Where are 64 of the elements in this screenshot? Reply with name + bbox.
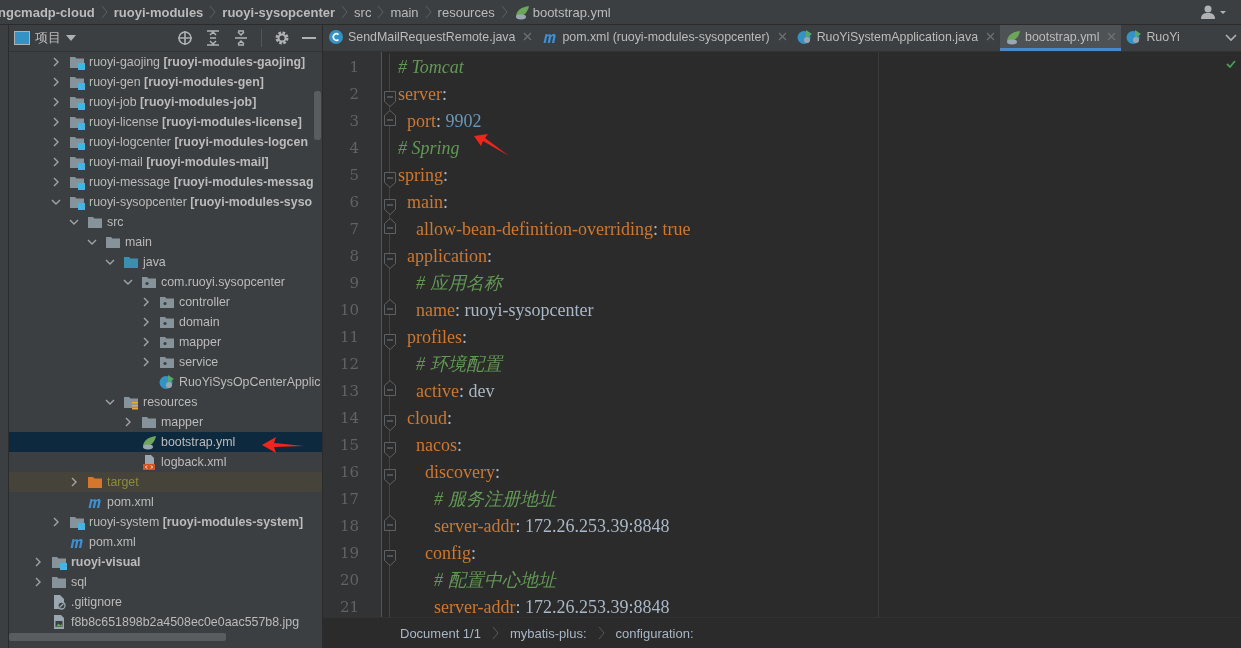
tree-item[interactable]: pom.xml [9,532,322,552]
tree-item[interactable]: f8b8c651898b2a4508ec0e0aac557b8.jpg [9,612,322,632]
breadcrumb[interactable]: configuration: [615,625,694,641]
code-line: # Tomcat [398,56,465,79]
code-line: allow-bean-definition-overriding: true [415,218,692,241]
tree-item[interactable]: ruoyi-license [ruoyi-modules-license] [9,112,322,132]
tree-item[interactable]: ruoyi-job [ruoyi-modules-job] [9,92,322,112]
code-line: active: dev [415,380,496,403]
code-line: # 配置中心地址 [433,569,558,592]
breadcrumb[interactable]: ruoyi-modules [113,4,204,20]
tree-item[interactable]: com.ruoyi.sysopcenter [9,272,322,292]
breadcrumb[interactable]: resources [437,4,495,20]
breadcrumb[interactable]: mybatis-plus: [509,625,587,641]
tree-item[interactable]: logback.xml [9,452,322,472]
code-line: # 应用名称 [415,272,504,295]
tree-item[interactable]: mapper [9,412,322,432]
code-line: port: 9902 [406,110,483,133]
tree-item[interactable]: src [9,212,322,232]
tree-item[interactable]: main [9,232,322,252]
editor-tab[interactable]: bootstrap.yml [1000,25,1122,51]
tree-item[interactable]: mapper [9,332,322,352]
tree-item[interactable]: pom.xml [9,492,322,512]
breadcrumb[interactable]: src [354,4,372,20]
tree-item[interactable]: ruoyi-sysopcenter [ruoyi-modules-syso [9,192,322,212]
tree-item[interactable]: domain [9,312,322,332]
tree-item[interactable]: resources [9,392,322,412]
tree-item[interactable]: controller [9,292,322,312]
code-line: # 环境配置 [415,353,504,376]
tree-item[interactable]: ruoyi-visual [9,552,322,572]
tree-item[interactable]: ruoyi-logcenter [ruoyi-modules-logcen [9,132,322,152]
code-line: spring: [398,164,449,187]
editor-tab[interactable]: RuoYi [1121,25,1185,51]
code-line: application: [406,245,493,268]
code-line: server-addr: 172.26.253.39:8848 [433,596,671,619]
editor-tab[interactable]: SendMailRequestRemote.java [323,25,538,51]
code-line: server: [398,83,448,106]
tree-item[interactable]: ruoyi-gen [ruoyi-modules-gen] [9,72,322,92]
editor-tab[interactable]: RuoYiSystemApplication.java [791,25,1001,51]
breadcrumb[interactable]: Document 1/1 [400,625,481,641]
tree-item[interactable]: java [9,252,322,272]
code-line: cloud: [406,407,453,430]
tree-item[interactable]: .gitignore [9,592,322,612]
tree-item[interactable]: RuoYiSysOpCenterApplic [9,372,322,392]
tree-item[interactable]: service [9,352,322,372]
code-line: # Spring [398,137,461,160]
code-line: server-addr: 172.26.253.39:8848 [433,515,671,538]
breadcrumb[interactable]: main [390,4,419,20]
code-line: # 服务注册地址 [433,488,558,511]
editor-tab[interactable]: pom.xml (ruoyi-modules-sysopcenter) [537,25,792,51]
breadcrumb[interactable]: bootstrap.yml [513,4,611,20]
tree-item[interactable]: ruoyi-message [ruoyi-modules-messag [9,172,322,192]
tree-item[interactable]: ruoyi-gaojing [ruoyi-modules-gaojing] [9,52,322,72]
breadcrumb[interactable]: ruoyi-sysopcenter [222,4,336,20]
tree-item[interactable]: ruoyi-system [ruoyi-modules-system] [9,512,322,532]
tree-item[interactable]: sql [9,572,322,592]
code-line: discovery: [424,461,501,484]
code-line: main: [406,191,449,214]
tree-item[interactable]: bootstrap.yml [9,432,322,452]
code-line: config: [424,542,477,565]
code-line: nacos: [415,434,463,457]
code-line: profiles: [406,326,468,349]
view-selector[interactable]: 项目 [14,29,76,47]
code-line: name: ruoyi-sysopcenter [415,299,595,322]
tree-item[interactable]: ruoyi-mail [ruoyi-modules-mail] [9,152,322,172]
